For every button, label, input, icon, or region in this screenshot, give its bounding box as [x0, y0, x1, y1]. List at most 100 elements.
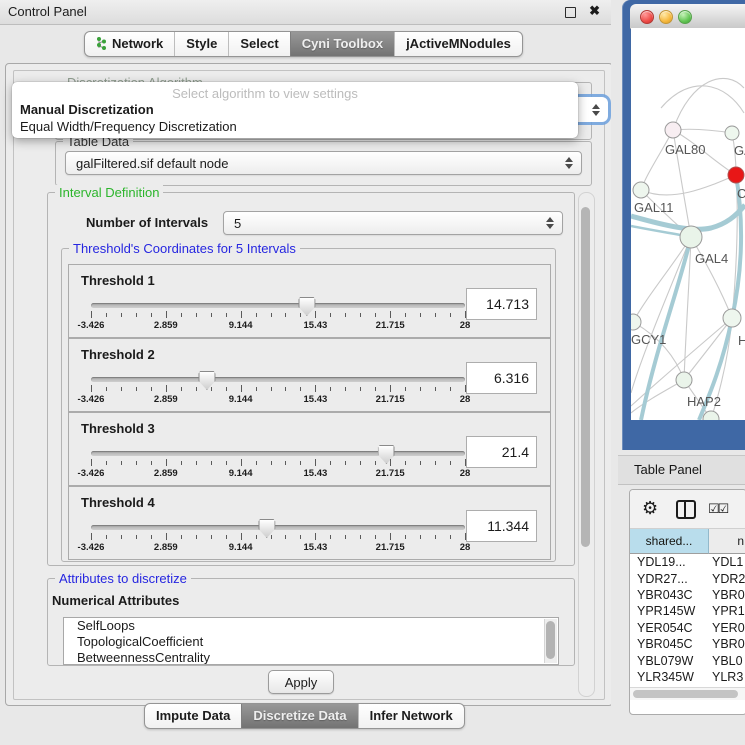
- cell[interactable]: YBR0: [708, 637, 745, 651]
- scrollbar-thumb[interactable]: [546, 621, 555, 659]
- network-node[interactable]: [633, 182, 649, 198]
- threshold-3-slider[interactable]: [91, 451, 465, 457]
- cell[interactable]: YPR1: [708, 604, 745, 618]
- tab-impute-data[interactable]: Impute Data: [145, 704, 241, 728]
- table-row[interactable]: YPR145WYPR1: [630, 603, 745, 619]
- cell[interactable]: YER054C: [630, 621, 708, 635]
- network-node[interactable]: [665, 122, 681, 138]
- network-canvas[interactable]: GAL80GACGAL11GAL4GCY1HHAP2: [631, 28, 745, 420]
- tab-style[interactable]: Style: [174, 32, 228, 56]
- tick-mark: [151, 387, 152, 391]
- cell[interactable]: YBR043C: [630, 588, 708, 602]
- tick-mark: [226, 461, 227, 465]
- interval-definition-group: Interval Definition Number of Intervals …: [47, 192, 575, 566]
- network-node[interactable]: [676, 372, 692, 388]
- float-window-icon[interactable]: [565, 7, 576, 18]
- cell[interactable]: YER0: [708, 621, 745, 635]
- cell[interactable]: YDL1: [708, 555, 745, 569]
- table-data-combobox[interactable]: galFiltered.sif default node: [65, 151, 582, 175]
- cell[interactable]: YBR0: [708, 588, 745, 602]
- cell[interactable]: YLR3: [708, 670, 745, 684]
- tab-cyni-toolbox[interactable]: Cyni Toolbox: [290, 32, 394, 56]
- zoom-traffic-light[interactable]: [678, 10, 692, 24]
- slider-scale: -3.4262.8599.14415.4321.71528: [91, 311, 465, 333]
- number-of-intervals-combobox[interactable]: 5: [223, 211, 563, 235]
- tick-label: -3.426: [78, 542, 105, 553]
- panel-scrollbar[interactable]: [578, 192, 595, 697]
- cell[interactable]: YPR145W: [630, 604, 708, 618]
- tick-mark: [271, 313, 272, 317]
- threshold-value-field[interactable]: 21.4: [466, 436, 537, 468]
- network-node[interactable]: [723, 309, 741, 327]
- list-item[interactable]: SelfLoops: [64, 618, 558, 634]
- threshold-value-field[interactable]: 6.316: [466, 362, 537, 394]
- apply-button[interactable]: Apply: [268, 670, 334, 694]
- tick-mark: [106, 535, 107, 539]
- close-icon[interactable]: ✖: [589, 3, 600, 19]
- network-node[interactable]: [725, 126, 739, 140]
- threshold-2-slider[interactable]: [91, 377, 465, 383]
- table-row[interactable]: YBR043CYBR0: [630, 587, 745, 603]
- table-row[interactable]: YDR27...YDR2: [630, 570, 745, 586]
- cell[interactable]: YDL19...: [630, 555, 708, 569]
- numerical-attributes-list[interactable]: SelfLoops TopologicalCoefficient Between…: [63, 617, 559, 665]
- network-node[interactable]: [728, 167, 744, 183]
- tab-discretize-data[interactable]: Discretize Data: [241, 704, 357, 728]
- table-row[interactable]: YDL19...YDL1: [630, 554, 745, 570]
- threshold-value-field[interactable]: 11.344: [466, 510, 537, 542]
- tick-mark: [271, 387, 272, 391]
- network-node[interactable]: [631, 314, 641, 330]
- tick-mark: [121, 313, 122, 317]
- network-nodes[interactable]: GAL80GACGAL11GAL4GCY1HHAP2: [631, 122, 745, 420]
- split-columns-icon[interactable]: [676, 500, 696, 519]
- dropdown-option-manual[interactable]: Manual Discretization: [20, 102, 154, 117]
- list-item[interactable]: TopologicalCoefficient: [64, 634, 558, 650]
- tab-network[interactable]: Network: [85, 32, 174, 56]
- threshold-1-slider[interactable]: [91, 303, 465, 309]
- threshold-value-field[interactable]: 14.713: [466, 288, 537, 320]
- column-header-name[interactable]: n: [709, 529, 745, 554]
- panel-title: Control Panel: [8, 4, 87, 19]
- network-window-titlebar[interactable]: [630, 4, 745, 29]
- dropdown-option-equal-width[interactable]: Equal Width/Frequency Discretization: [20, 119, 237, 134]
- network-view-window[interactable]: GAL80GACGAL11GAL4GCY1HHAP2: [622, 0, 745, 450]
- close-traffic-light[interactable]: [640, 10, 654, 24]
- tab-infer-network[interactable]: Infer Network: [358, 704, 464, 728]
- cell[interactable]: YBR045C: [630, 637, 708, 651]
- cell[interactable]: YDR2: [708, 572, 745, 586]
- select-columns-icon[interactable]: ☑☑: [708, 501, 727, 517]
- table-row[interactable]: YLR345WYLR3: [630, 669, 745, 685]
- column-header-shared-name[interactable]: shared...: [630, 529, 709, 554]
- tab-jactivemnodules[interactable]: jActiveMNodules: [394, 32, 522, 56]
- table-row[interactable]: YBL079WYBL0: [630, 652, 745, 668]
- table-horizontal-scrollbar[interactable]: [630, 687, 745, 700]
- gear-icon[interactable]: ⚙: [642, 498, 658, 519]
- tick-mark: [420, 313, 421, 317]
- tick-label: 28: [460, 394, 471, 405]
- table-row[interactable]: YBR045CYBR0: [630, 636, 745, 652]
- list-scrollbar[interactable]: [544, 619, 557, 663]
- tick-mark: [181, 387, 182, 391]
- tick-mark: [330, 313, 331, 317]
- cell[interactable]: YLR345W: [630, 670, 708, 684]
- tick-mark: [256, 461, 257, 465]
- network-node[interactable]: [703, 411, 719, 420]
- tab-label: Select: [240, 36, 278, 51]
- scrollbar-thumb[interactable]: [581, 207, 590, 547]
- network-node[interactable]: [680, 226, 702, 248]
- scrollbar-thumb[interactable]: [633, 690, 738, 698]
- tick-mark: [285, 387, 286, 391]
- cell[interactable]: YDR27...: [630, 572, 708, 586]
- list-item[interactable]: BetweennessCentrality: [64, 650, 558, 665]
- tick-mark: [375, 461, 376, 465]
- cell[interactable]: YBL079W: [630, 654, 708, 668]
- tick-mark: [285, 313, 286, 317]
- tab-select[interactable]: Select: [228, 32, 289, 56]
- tick-label: 9.144: [229, 468, 253, 479]
- threshold-4-slider[interactable]: [91, 525, 465, 531]
- minimize-traffic-light[interactable]: [659, 10, 673, 24]
- cell[interactable]: YBL0: [708, 654, 745, 668]
- slider-track: [91, 377, 465, 382]
- tick-mark: [450, 387, 451, 391]
- table-row[interactable]: YER054CYER0: [630, 620, 745, 636]
